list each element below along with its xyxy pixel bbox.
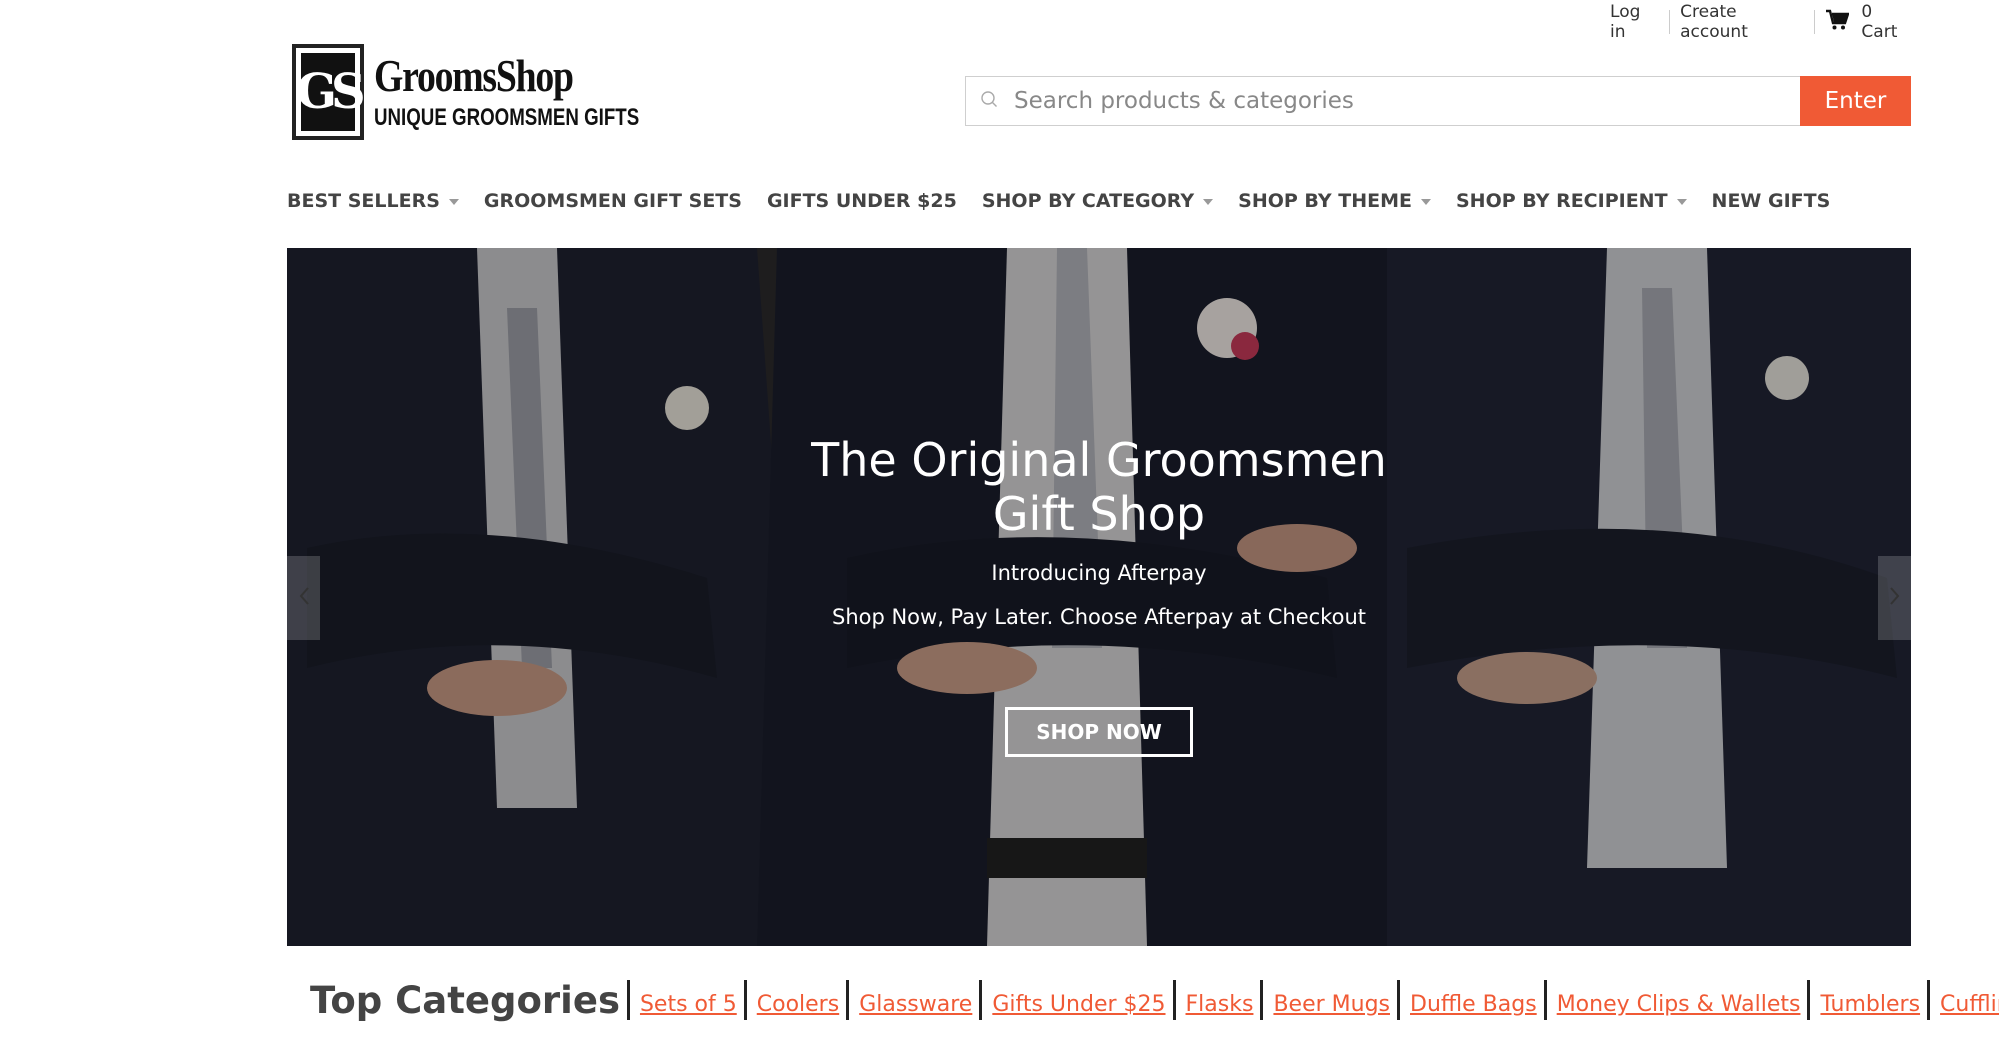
cart-count: 0 [1861,2,1873,22]
hero-slideshow: The Original Groomsmen Gift Shop Introdu… [287,248,1911,946]
category-link-cufflinks[interactable]: Cufflinks [1940,992,1999,1017]
category-divider [979,980,983,1020]
category-link-gifts-under-25[interactable]: Gifts Under $25 [992,992,1165,1017]
search-box [965,76,1800,126]
nav-new-gifts[interactable]: NEW GIFTS [1712,190,1831,212]
utility-bar: Log in Create account 0 Cart [1610,2,1910,42]
category-link-beer-mugs[interactable]: Beer Mugs [1273,992,1390,1017]
chevron-right-icon [1889,586,1901,610]
category-divider [1543,980,1547,1020]
nav-shop-by-theme[interactable]: SHOP BY THEME [1238,190,1431,212]
create-account-link[interactable]: Create account [1680,2,1804,42]
site-logo[interactable]: GS GroomsShop UNIQUE GROOMSMEN GIFTS [292,42,639,142]
category-link-coolers[interactable]: Coolers [757,992,839,1017]
main-nav: BEST SELLERS GROOMSMEN GIFT SETS GIFTS U… [287,186,1855,216]
utility-divider [1814,10,1816,34]
category-link-flasks[interactable]: Flasks [1186,992,1254,1017]
category-link-money-clips-wallets[interactable]: Money Clips & Wallets [1557,992,1801,1017]
category-link-tumblers[interactable]: Tumblers [1820,992,1920,1017]
caret-down-icon [448,199,459,205]
search-input[interactable] [1014,88,1800,114]
top-categories-title: Top Categories [310,978,620,1022]
logo-tagline: UNIQUE GROOMSMEN GIFTS [373,104,639,131]
logo-name: GroomsShop [373,50,574,101]
nav-item-label: SHOP BY RECIPIENT [1455,190,1668,212]
nav-item-label: NEW GIFTS [1711,190,1831,212]
top-categories: Top Categories Sets of 5 Coolers Glasswa… [310,975,1999,1025]
hero-title: The Original Groomsmen Gift Shop [811,433,1387,541]
nav-shop-by-recipient[interactable]: SHOP BY RECIPIENT [1456,190,1687,212]
nav-gifts-under-25[interactable]: GIFTS UNDER $25 [767,190,957,212]
caret-down-icon [1203,199,1214,205]
cart-icon [1825,9,1851,36]
category-divider [1927,980,1931,1020]
category-link-sets-of-5[interactable]: Sets of 5 [640,992,737,1017]
category-divider [1807,980,1811,1020]
hero-subtitle-afterpay: Shop Now, Pay Later. Choose Afterpay at … [831,605,1366,629]
search-icon [980,90,1014,112]
chevron-left-icon [298,586,310,610]
caret-down-icon [1676,199,1687,205]
category-divider [1397,980,1400,1020]
nav-item-label: GROOMSMEN GIFT SETS [483,190,742,212]
search-form: Enter [965,76,1911,126]
category-divider [626,980,630,1020]
category-divider [846,980,850,1020]
slide-prev-button[interactable] [287,556,320,640]
shop-now-button[interactable]: SHOP NOW [1005,707,1193,757]
caret-down-icon [1420,199,1431,205]
cart-link[interactable]: 0 Cart [1825,2,1910,42]
nav-item-label: SHOP BY THEME [1238,190,1412,212]
nav-item-label: SHOP BY CATEGORY [981,190,1195,212]
category-link-glassware[interactable]: Glassware [859,992,972,1017]
search-button[interactable]: Enter [1800,76,1911,126]
category-link-duffle-bags[interactable]: Duffle Bags [1410,992,1537,1017]
hero-content: The Original Groomsmen Gift Shop Introdu… [287,433,1911,757]
nav-item-label: BEST SELLERS [287,190,440,212]
nav-best-sellers[interactable]: BEST SELLERS [287,190,459,212]
slide-next-button[interactable] [1878,556,1911,640]
hero-subtitle: Introducing Afterpay [991,561,1207,585]
nav-item-label: GIFTS UNDER $25 [766,190,957,212]
nav-groomsmen-gift-sets[interactable]: GROOMSMEN GIFT SETS [484,190,742,212]
login-link[interactable]: Log in [1610,2,1659,42]
utility-divider [1669,10,1671,34]
category-divider [1260,980,1264,1020]
category-divider [1172,980,1176,1020]
category-divider [743,980,747,1020]
cart-label: Cart [1861,22,1898,42]
nav-shop-by-category[interactable]: SHOP BY CATEGORY [981,190,1214,212]
logo-mark: GS [292,44,366,140]
